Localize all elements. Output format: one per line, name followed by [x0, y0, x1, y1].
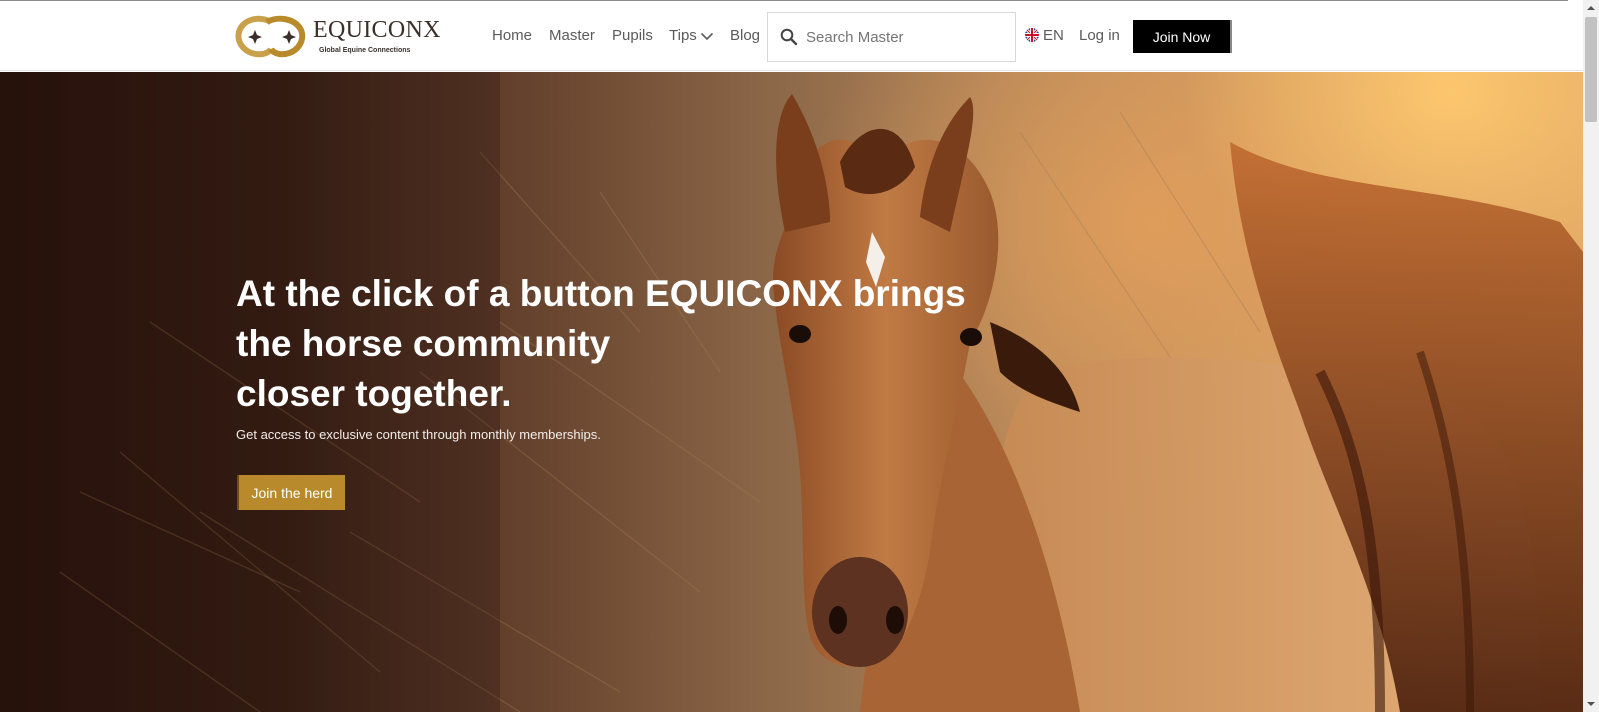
scroll-down-arrow-icon[interactable] [1583, 696, 1599, 712]
nav-item-master[interactable]: Master [549, 27, 595, 44]
nav-item-blog[interactable]: Blog [730, 27, 760, 44]
language-code: EN [1043, 27, 1064, 44]
search-icon [780, 28, 798, 51]
login-link[interactable]: Log in [1079, 27, 1120, 44]
hero-banner: At the click of a button EQUICONX brings… [0, 72, 1583, 712]
scroll-up-arrow-icon[interactable] [1583, 0, 1599, 16]
brand-tagline: Global Equine Connections [319, 47, 411, 54]
language-selector[interactable]: EN [1025, 27, 1064, 46]
uk-flag-icon [1025, 28, 1039, 46]
logo-mark-icon [235, 15, 306, 58]
chevron-down-icon [700, 28, 714, 45]
scrollbar-thumb[interactable] [1585, 17, 1597, 122]
search-input[interactable] [806, 25, 1006, 49]
hero-title-line: At the click of a button EQUICONX brings [236, 273, 966, 314]
nav-item-tips-label: Tips [669, 27, 697, 44]
hero-subtitle: Get access to exclusive content through … [236, 427, 601, 442]
logo[interactable]: EQUICONX Global Equine Connections [233, 14, 440, 58]
page-scrollbar[interactable] [1583, 0, 1599, 712]
nav-item-tips[interactable]: Tips [669, 27, 714, 45]
hero-title-line: closer together. [236, 373, 512, 414]
nav-item-pupils[interactable]: Pupils [612, 27, 653, 44]
join-the-herd-button[interactable]: Join the herd [237, 475, 345, 510]
nav-item-home[interactable]: Home [492, 27, 532, 44]
hero-title-line: the horse community [236, 323, 611, 364]
brand-name: EQUICONX [313, 17, 441, 43]
hero-title: At the click of a button EQUICONX brings… [236, 269, 1056, 419]
join-now-button[interactable]: Join Now [1133, 20, 1230, 53]
site-header: EQUICONX Global Equine Connections Home … [0, 1, 1583, 71]
search-box[interactable] [767, 12, 1016, 62]
